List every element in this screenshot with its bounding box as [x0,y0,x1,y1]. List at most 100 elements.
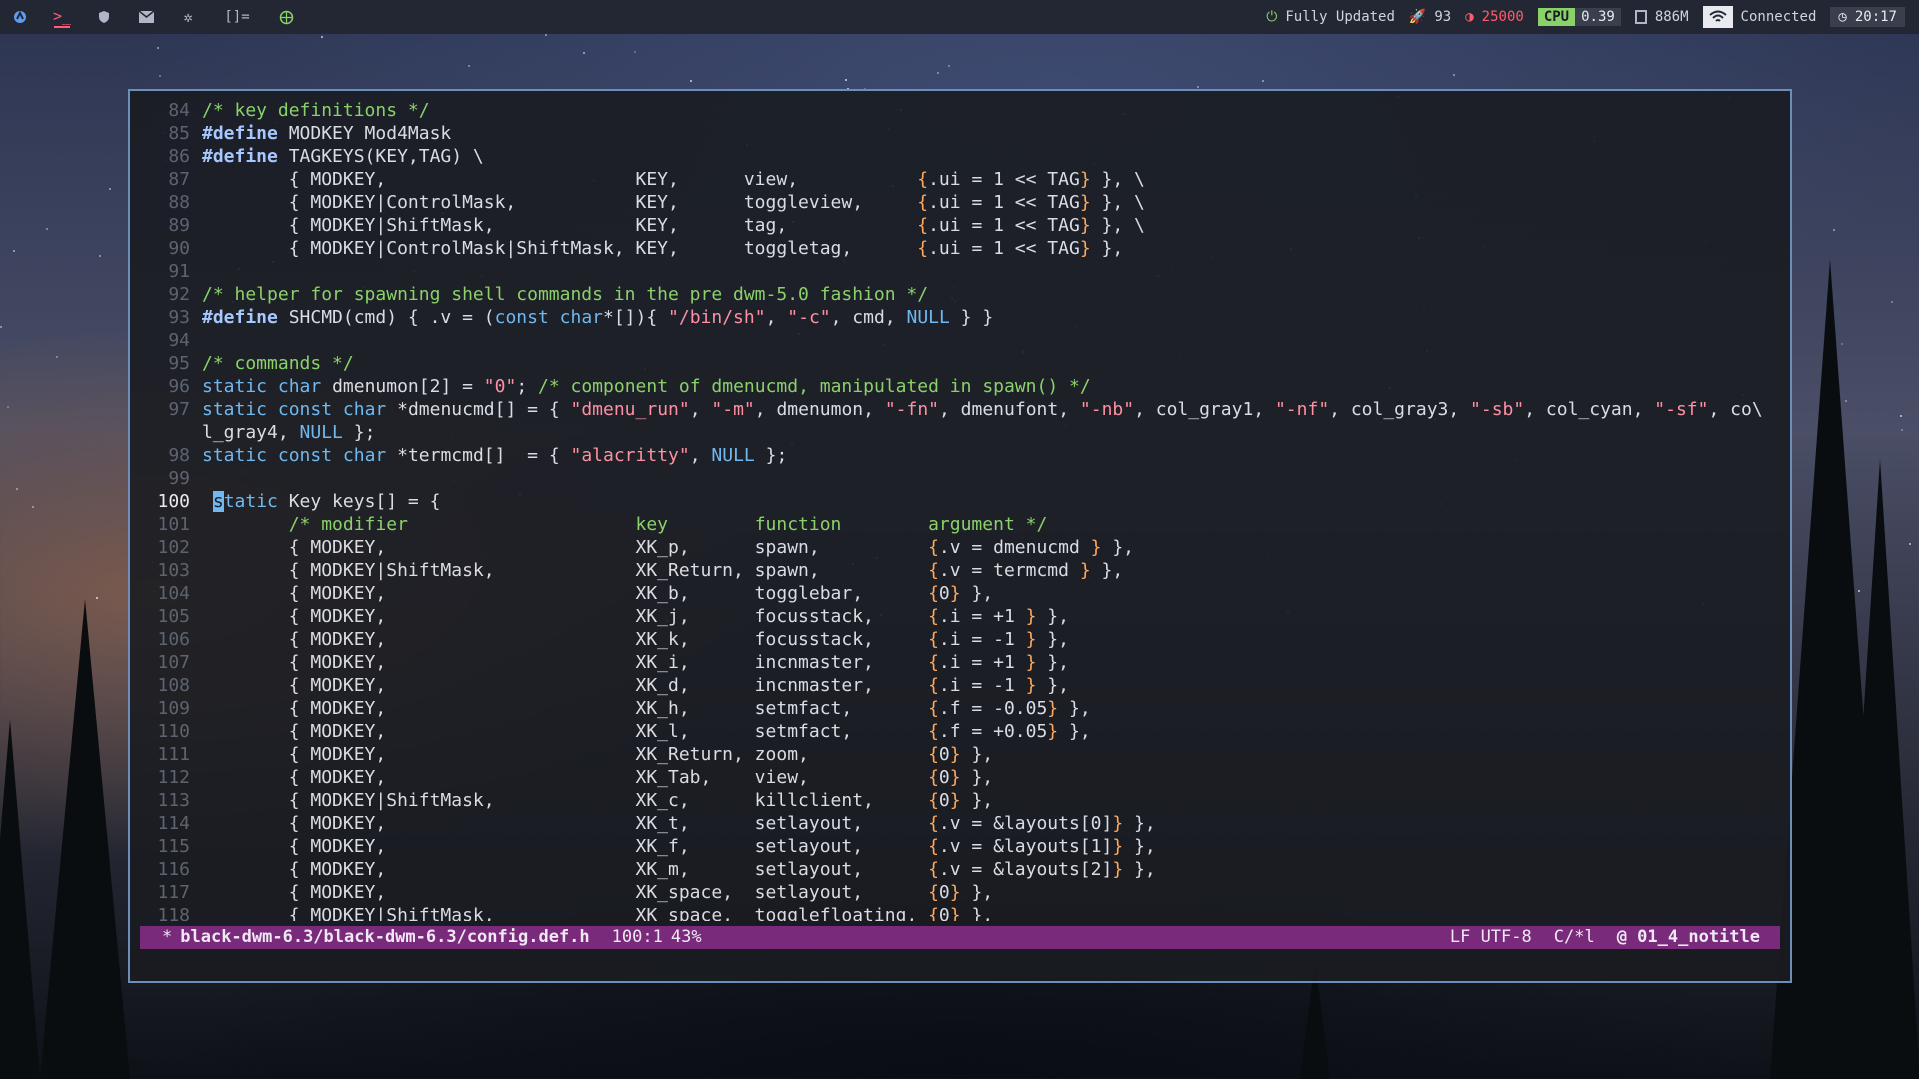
ram-indicator: 886M [1634,9,1689,25]
line-number: 85 [168,123,190,144]
line-number: 89 [168,215,190,236]
cpu-label: CPU [1537,8,1576,26]
line-number: 97 [168,399,190,420]
clock[interactable]: ◷ 20:17 [1830,7,1905,27]
network-indicator[interactable]: Connected [1702,6,1817,28]
temperature-indicator: ◑ 25000 [1465,9,1524,25]
editor-mode: C/*l [1553,927,1595,947]
code-line[interactable]: 110 { MODKEY, XK_l, setmfact, {.f = +0.0… [140,720,1772,743]
line-number: 90 [168,238,190,259]
layout-icon[interactable]: []= [222,9,252,25]
code-line[interactable]: 116 { MODKEY, XK_m, setlayout, {.v = &la… [140,858,1772,881]
line-text: { MODKEY|ControlMask, KEY, toggleview, {… [202,192,1145,213]
globe-icon[interactable] [278,9,294,25]
rocket-indicator: 🚀 93 [1408,9,1452,25]
line-number: 87 [168,169,190,190]
line-number: 88 [168,192,190,213]
terminal-icon[interactable]: >_ [53,6,71,28]
line-text: { MODKEY, XK_b, togglebar, {0} }, [202,583,994,604]
code-line[interactable]: 99 [140,467,1772,490]
line-number: 111 [157,744,190,765]
cpu-indicator: CPU 0.39 [1537,8,1621,26]
code-line[interactable]: 84 /* key definitions */ [140,99,1772,122]
code-line[interactable]: 93 #define SHCMD(cmd) { .v = (const char*… [140,306,1772,329]
line-text: { MODKEY, XK_Return, zoom, {0} }, [202,744,994,765]
code-line[interactable]: 113 { MODKEY|ShiftMask, XK_c, killclient… [140,789,1772,812]
line-text: { MODKEY|ShiftMask, XK_Return, spawn, {.… [202,560,1124,581]
code-line[interactable]: 88 { MODKEY|ControlMask, KEY, toggleview… [140,191,1772,214]
line-text: { MODKEY, XK_t, setlayout, {.v = &layout… [202,813,1156,834]
code-line[interactable]: l_gray4, NULL }; [140,421,1772,444]
editor-status-bar: * black-dwm-6.3/black-dwm-6.3/config.def… [140,926,1780,949]
line-number: 106 [157,629,190,650]
line-number: 94 [168,330,190,351]
arch-icon[interactable] [12,9,28,25]
code-area[interactable]: 84 /* key definitions */ 85 #define MODKEY … [140,99,1772,921]
line-number: 104 [157,583,190,604]
line-text: #define SHCMD(cmd) { .v = (const char*[]… [202,307,994,328]
code-line[interactable]: 97 static const char *dmenucmd[] = { "dme… [140,398,1772,421]
shield-icon[interactable] [96,9,112,25]
code-line[interactable]: 104 { MODKEY, XK_b, togglebar, {0} }, [140,582,1772,605]
code-line[interactable]: 114 { MODKEY, XK_t, setlayout, {.v = &la… [140,812,1772,835]
scroll-percent: 43% [670,927,702,947]
code-line[interactable]: 109 { MODKEY, XK_h, setmfact, {.f = -0.0… [140,697,1772,720]
code-line[interactable]: 92 /* helper for spawning shell commands … [140,283,1772,306]
code-line[interactable]: 100 static Key keys[] = { [140,490,1772,513]
temperature-icon: ◑ [1465,9,1474,25]
ram-icon [1634,10,1647,24]
line-number: 100 [157,491,190,512]
code-line[interactable]: 105 { MODKEY, XK_j, focusstack, {.i = +1… [140,605,1772,628]
line-text: static Key keys[] = { [212,491,441,512]
line-number: 86 [168,146,190,167]
line-number: 91 [168,261,190,282]
code-line[interactable]: 103 { MODKEY|ShiftMask, XK_Return, spawn… [140,559,1772,582]
code-line[interactable]: 95 /* commands */ [140,352,1772,375]
network-status: Connected [1740,9,1817,25]
code-line[interactable]: 85 #define MODKEY Mod4Mask [140,122,1772,145]
code-line[interactable]: 89 { MODKEY|ShiftMask, KEY, tag, {.ui = … [140,214,1772,237]
line-number: 95 [168,353,190,374]
code-line[interactable]: 94 [140,329,1772,352]
code-line[interactable]: 102 { MODKEY, XK_p, spawn, {.v = dmenucm… [140,536,1772,559]
code-line[interactable]: 106 { MODKEY, XK_k, focusstack, {.i = -1… [140,628,1772,651]
line-number: 96 [168,376,190,397]
line-text: { MODKEY, KEY, view, {.ui = 1 << TAG} },… [202,169,1145,190]
code-line[interactable]: 101 /* modifier key function argument */ [140,513,1772,536]
code-line[interactable]: 90 { MODKEY|ControlMask|ShiftMask, KEY, … [140,237,1772,260]
code-line[interactable]: 87 { MODKEY, KEY, view, {.ui = 1 << TAG}… [140,168,1772,191]
code-line[interactable]: 96 static char dmenumon[2] = "0"; /* comp… [140,375,1772,398]
line-text: /* modifier key function argument */ [288,514,1048,535]
line-text: static char dmenumon[2] = "0"; /* compon… [202,376,1091,397]
code-line[interactable]: 108 { MODKEY, XK_d, incnmaster, {.i = -1… [140,674,1772,697]
line-number: 117 [157,882,190,903]
file-path: black-dwm-6.3/black-dwm-6.3/config.def.h [180,927,590,947]
code-line[interactable]: 86 #define TAGKEYS(KEY,TAG) \ [140,145,1772,168]
code-line[interactable]: 115 { MODKEY, XK_f, setlayout, {.v = &la… [140,835,1772,858]
code-line[interactable]: 117 { MODKEY, XK_space, setlayout, {0} }… [140,881,1772,904]
eol-encoding: LF UTF-8 [1449,927,1532,947]
clock-time: 20:17 [1854,9,1897,25]
top-status-bar: >_ ✲ []= ⏻ Fully Updated 🚀 93 ◑ 25000 CP… [0,0,1919,34]
update-indicator[interactable]: ⏻ Fully Updated [1266,9,1395,25]
code-line[interactable]: 107 { MODKEY, XK_i, incnmaster, {.i = +1… [140,651,1772,674]
line-text: { MODKEY|ControlMask|ShiftMask, KEY, tog… [202,238,1124,259]
line-number: 92 [168,284,190,305]
clock-icon: ◷ [1838,9,1847,25]
code-line[interactable]: 111 { MODKEY, XK_Return, zoom, {0} }, [140,743,1772,766]
line-number: 84 [168,100,190,121]
gear-icon[interactable]: ✲ [180,8,196,26]
code-line[interactable]: 91 [140,260,1772,283]
line-text: #define MODKEY Mod4Mask [202,123,452,144]
line-text: { MODKEY, XK_m, setlayout, {.v = &layout… [202,859,1156,880]
line-number: 110 [157,721,190,742]
line-text: { MODKEY, XK_Tab, view, {0} }, [202,767,994,788]
line-text: { MODKEY, XK_h, setmfact, {.f = -0.05} }… [202,698,1091,719]
code-line[interactable]: 98 static const char *termcmd[] = { "alac… [140,444,1772,467]
mail-icon[interactable] [138,9,154,25]
code-line[interactable]: 112 { MODKEY, XK_Tab, view, {0} }, [140,766,1772,789]
modified-indicator: * [162,927,173,947]
line-text: l_gray4, NULL }; [202,422,376,443]
editor-window[interactable]: 84 /* key definitions */ 85 #define MODKEY … [128,89,1792,983]
code-line[interactable]: 118 { MODKEY|ShiftMask, XK_space, toggle… [140,904,1772,921]
